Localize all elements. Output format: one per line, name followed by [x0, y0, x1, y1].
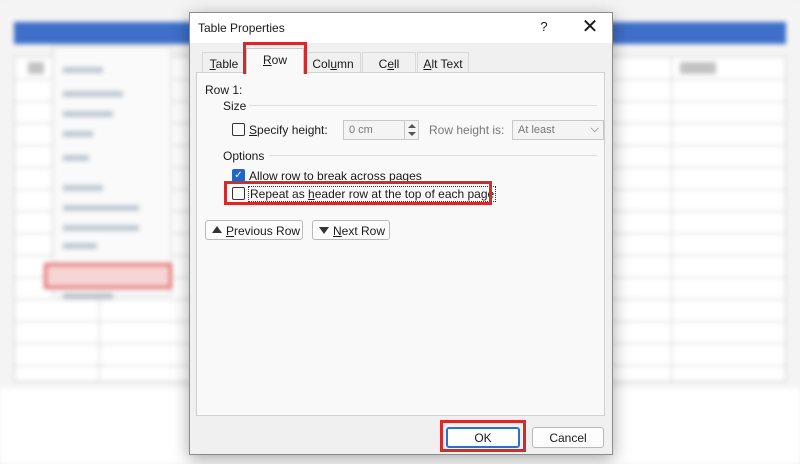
tab-strip: Table Row Column Cell Alt Text — [190, 43, 612, 74]
row-height-is-label: Row height is: — [429, 123, 505, 137]
allow-break-checkbox[interactable]: ✓ — [232, 169, 245, 182]
tab-cell[interactable]: Cell — [362, 52, 416, 73]
specify-height-checkbox[interactable] — [232, 123, 245, 136]
help-icon[interactable]: ? — [537, 19, 551, 35]
arrow-down-icon — [319, 227, 329, 234]
next-row-button[interactable]: Next Row — [312, 220, 390, 240]
size-section-label: Size — [223, 99, 247, 113]
ok-button[interactable]: OK — [446, 427, 520, 448]
height-value: 0 cm — [349, 124, 373, 136]
row-height-is-value: At least — [518, 124, 555, 136]
size-divider — [249, 105, 597, 106]
tab-column[interactable]: Column — [305, 52, 361, 73]
spin-up-icon[interactable] — [408, 124, 416, 128]
previous-row-button[interactable]: Previous Row — [205, 220, 303, 240]
checkmark-icon: ✓ — [234, 170, 243, 181]
options-divider — [269, 155, 597, 156]
row-height-is-select[interactable]: At least ⌵ — [512, 120, 604, 140]
previous-row-label: Previous Row — [226, 224, 301, 238]
tab-alt-text[interactable]: Alt Text — [417, 52, 469, 73]
background-highlight — [44, 263, 172, 289]
specify-height-label: Specify height: — [249, 123, 328, 137]
height-spinner[interactable]: 0 cm — [343, 120, 419, 140]
dialog-title: Table Properties — [198, 21, 285, 35]
tab-row[interactable]: Row — [246, 48, 304, 74]
tab-label: Column — [312, 57, 354, 71]
row-label: Row 1: — [205, 83, 243, 97]
table-properties-dialog: Table Properties ? ✕ Table Row Column Ce… — [189, 12, 613, 455]
spin-down-icon[interactable] — [408, 132, 416, 136]
next-row-label: Next Row — [333, 224, 386, 238]
allow-break-label: Allow row to break across pages — [249, 169, 422, 183]
spinner-buttons[interactable] — [404, 121, 418, 139]
tab-label: Table — [209, 57, 239, 71]
options-section-label: Options — [223, 149, 265, 163]
dialog-titlebar: Table Properties ? ✕ — [190, 13, 612, 43]
repeat-header-checkbox[interactable] — [232, 187, 245, 200]
tab-label: Row — [262, 53, 287, 67]
tab-label: Cell — [378, 57, 400, 71]
repeat-header-label: Repeat as header row at the top of each … — [247, 186, 497, 202]
arrow-up-icon — [212, 226, 222, 233]
background-context-menu — [52, 46, 172, 299]
tab-label: Alt Text — [423, 57, 463, 71]
cancel-button[interactable]: Cancel — [532, 427, 604, 448]
close-icon[interactable]: ✕ — [579, 15, 601, 39]
row-tab-panel: Row 1: Size Specify height: 0 cm Row hei… — [196, 72, 605, 416]
tab-table[interactable]: Table — [202, 52, 246, 73]
chevron-down-icon: ⌵ — [590, 123, 599, 135]
